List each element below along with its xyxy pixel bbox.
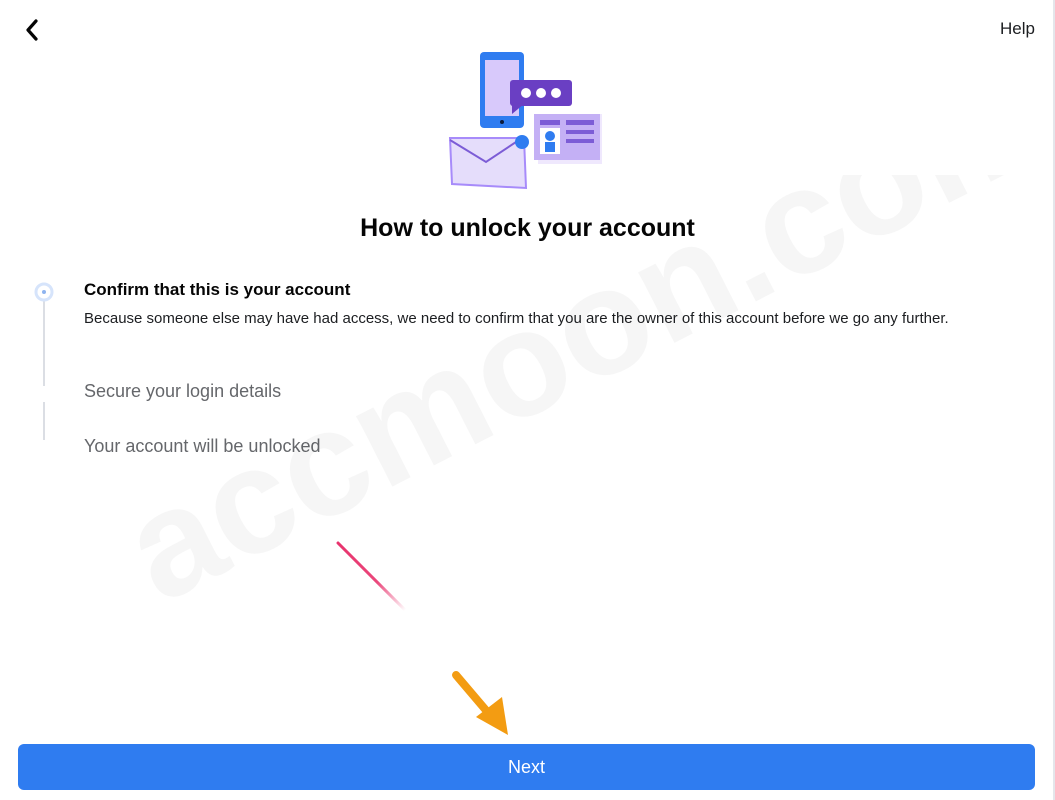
step-description: Because someone else may have had access… <box>84 310 949 327</box>
unlock-account-page: Help How to unlock your account Confirm … <box>0 0 1055 800</box>
step-title: Confirm that this is your account <box>84 280 351 299</box>
step-account-unlocked: Your account will be unlocked <box>84 436 321 457</box>
page-title: How to unlock your account <box>360 214 695 242</box>
chevron-left-icon <box>26 19 38 41</box>
watermark-text: accmoon.com <box>120 175 1020 634</box>
back-button[interactable] <box>18 16 46 44</box>
pointer-annotation <box>336 541 508 735</box>
step-title: Secure your login details <box>84 381 282 401</box>
step-secure-login: Secure your login details <box>84 381 281 402</box>
step-confirm-account: Confirm that this is your account Becaus… <box>84 280 1014 330</box>
step-progress-indicator <box>34 282 54 440</box>
next-button[interactable]: Next <box>18 744 1035 790</box>
step-title: Your account will be unlocked <box>84 436 321 456</box>
watermark: accmoon.com <box>120 175 1020 635</box>
help-link[interactable]: Help <box>1000 19 1035 39</box>
account-verification-illustration <box>448 52 602 190</box>
